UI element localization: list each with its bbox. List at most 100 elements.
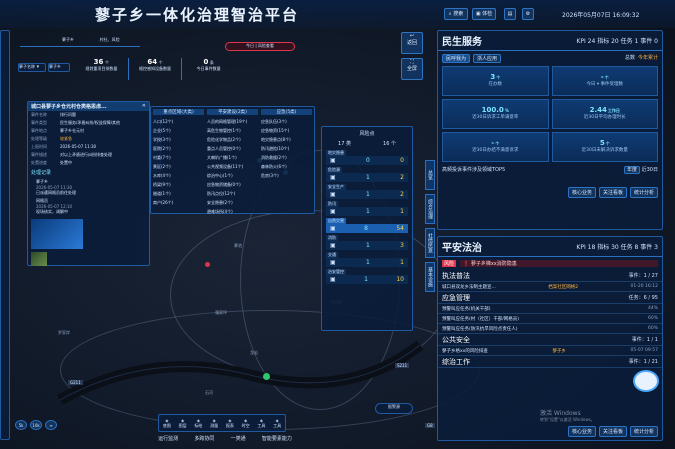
location-bar[interactable]: 蓼子乡 村社、风险 [20,37,140,47]
map-tool-button[interactable]: ◈ 时空 [242,418,250,429]
gear-icon[interactable]: ⚙ [522,8,534,20]
back-button[interactable]: ↩ 返回 [401,32,423,54]
map-tool-button[interactable]: ◈ 报表 [226,418,234,429]
layer-item[interactable]: 村委(7个) [153,153,204,162]
stat-tile[interactable]: 3个 在办数 [442,66,549,96]
layer-item[interactable]: 应急队伍(3个) [261,117,312,126]
tab-facilities[interactable]: 基本设施 [425,262,435,292]
layer-item[interactable]: 景区(2个) [153,162,204,171]
map-tool-button[interactable]: ◈ 测量 [210,418,218,429]
layer-item[interactable]: 应急物资储备(0个) [207,180,258,189]
layer-item[interactable]: 商户(26个) [153,198,204,207]
risk-row[interactable]: 交通 ▣ 1 1 [326,252,408,267]
village-select[interactable]: 蓼子名称 ▾ [18,63,46,72]
layer-item[interactable]: 高危生物管控(1个) [207,126,258,135]
stat-tile[interactable]: -个 近30日办结不满意诉求 [442,132,549,162]
stats-analysis-button[interactable]: 统计分析 [629,187,658,198]
folder-icon[interactable]: ▤ [504,8,516,20]
layer-item[interactable]: 公共视频设备(11个) [207,162,258,171]
assistant-robot-icon[interactable] [633,370,659,392]
map-tool-button[interactable]: ◈ 底图 [163,418,171,429]
layer-item[interactable]: 防汛避险(10个) [261,144,312,153]
safety-section-header[interactable]: 公共安全 事件：1 / 1 [438,334,662,346]
risk-row[interactable]: 自然灾害 ▣ 8 54 [326,218,408,233]
fullscreen-button[interactable]: ⛶ 全屏 [401,58,423,80]
safety-section-header[interactable]: 执法普法 事件：1 / 27 [438,270,662,282]
map-tool-button[interactable]: ◈ 标绘 [194,418,202,429]
focus-board-button[interactable]: 关注看板 [598,426,627,437]
layer-item[interactable]: 桥梁(9个) [153,180,204,189]
bottom-nav-item[interactable]: 智能要素能力 [262,435,292,442]
tab-year[interactable]: 今年累计 [638,54,658,63]
safety-section-header[interactable]: 综治工作 事件：1 / 21 [438,356,662,368]
layer-item[interactable]: 避难场所(4个) [207,207,258,216]
stat-tile[interactable]: -个 今日 ▾ 事件受理数 [551,66,658,96]
risk-row[interactable]: 防汛 ▣ 1 1 [326,201,408,216]
map-tool-button[interactable]: ◈ 工具 [257,418,265,429]
safety-section-header[interactable]: 应急管理 任务：6 / 95 [438,292,662,304]
layer-item[interactable]: 水库(4个) [153,171,204,180]
risk-row[interactable]: 消防 ▣ 1 3 [326,235,408,250]
tab-governance[interactable]: 综合治理 [425,194,435,224]
risk-row[interactable]: 危险源 ▣ 1 2 [326,167,408,182]
zoom-button[interactable]: 10k [30,420,42,430]
layer-item[interactable]: 危房(3个) [261,171,312,180]
safety-item[interactable]: 预警叫应任务(村（社区）干部/网格员) 60% [438,314,662,324]
layer-item[interactable]: 消防救援(2个) [261,153,312,162]
map-tool-button[interactable]: ◈ 工具 [273,418,281,429]
tab-total[interactable]: 总数 [625,54,635,63]
layer-item[interactable]: 森林防火(6个) [261,162,312,171]
location-marker-icon[interactable] [263,373,270,380]
event-photo[interactable] [31,219,83,249]
safety-item[interactable]: 城口县双龙乡法制主题宣... 档案社区网格2 01-20 16:12 [438,282,662,292]
event-thumbnail[interactable] [31,252,47,266]
layer-item[interactable]: 危险化学物品(2个) [207,135,258,144]
safety-item[interactable]: 蓼子乡格xx的风险排查 蓼子乡 05-07 09:57 [438,346,662,356]
search-button[interactable]: ⌕ 搜索 [444,8,468,20]
tab-zheren[interactable]: 浙人应用 [473,54,502,63]
layer-item[interactable]: 人口(12个) [153,117,204,126]
core-business-button[interactable]: 核心业务 [567,187,596,198]
risk-row[interactable]: 地灾隐患 ▣ 0 0 [326,150,408,165]
layer-item[interactable]: 应急物资(15个) [261,126,312,135]
layer-item[interactable]: 医院(2个) [153,144,204,153]
layer-item[interactable]: 企业(5个) [153,126,204,135]
risk-alert[interactable]: 风险 ❗ 蓼子乡梯xx消防隐患 [438,257,662,270]
stats-analysis-button[interactable]: 统计分析 [629,426,658,437]
risk-row[interactable]: 治安管控 ▣ 1 10 [326,269,408,284]
village-option[interactable]: 蓼子乡 [48,63,70,72]
system-check-button[interactable]: ▣ 体检 [472,8,496,20]
map-tool-button[interactable]: ◈ 图层 [179,418,187,429]
top5-tab-30d[interactable]: 近30日 [642,167,658,173]
bottom-nav-item[interactable]: 一类通 [231,435,246,442]
top5-tab-year[interactable]: 年度 [624,166,641,174]
layer-item[interactable]: 重点人员管控(0个) [207,144,258,153]
core-business-button[interactable]: 核心业务 [567,426,596,437]
close-icon[interactable]: ✕ [142,103,146,110]
layer-item[interactable]: 综治中心(1个) [207,171,258,180]
layer-item[interactable]: 地灾隐患点(8个) [261,135,312,144]
bottom-nav-item[interactable]: 运行监测 [158,435,178,442]
focus-board-button[interactable]: 关注看板 [598,187,627,198]
bottom-nav-item[interactable]: 多跨协同 [194,435,214,442]
stat-tile[interactable]: 5个 近30日未解决诉求数量 [551,132,658,162]
tab-minhu[interactable]: 民呼我为 [442,54,471,63]
tab-public-opinion[interactable]: 社情民意 [425,228,435,258]
safety-item[interactable]: 预警叫应任务(防汛抗旱风险点责任人) 60% [438,324,662,334]
zoom-button[interactable]: ∞ [45,420,57,430]
layer-item[interactable]: 安全隐患(2个) [207,198,258,207]
layer-item[interactable]: 隧道(1个) [153,189,204,198]
stat-tile[interactable]: 2.44工作日 近30日平均办理时长 [551,99,658,129]
risk-marker-icon[interactable] [205,262,210,267]
tab-overview[interactable]: 总览 [425,160,435,190]
zoom-button[interactable]: 5k [15,420,27,430]
layer-item[interactable]: 人员的网格管理(19个) [207,117,258,126]
risk-row[interactable]: 安全生产 ▣ 1 2 [326,184,408,199]
stat-tile[interactable]: 100.0% 近30日诉求工单满意率 [442,99,549,129]
layer-item[interactable]: 学校(3个) [153,135,204,144]
safety-item[interactable]: 预警叫应任务(机关干部) 44% [438,304,662,314]
route-chip[interactable]: 今日 | 风险查看 [225,42,295,51]
alarm-source-chip[interactable]: 报警源 [375,403,413,414]
layer-item[interactable]: 大喇叭广播(1个) [207,153,258,162]
layer-item[interactable]: 防汛点位(12个) [207,189,258,198]
